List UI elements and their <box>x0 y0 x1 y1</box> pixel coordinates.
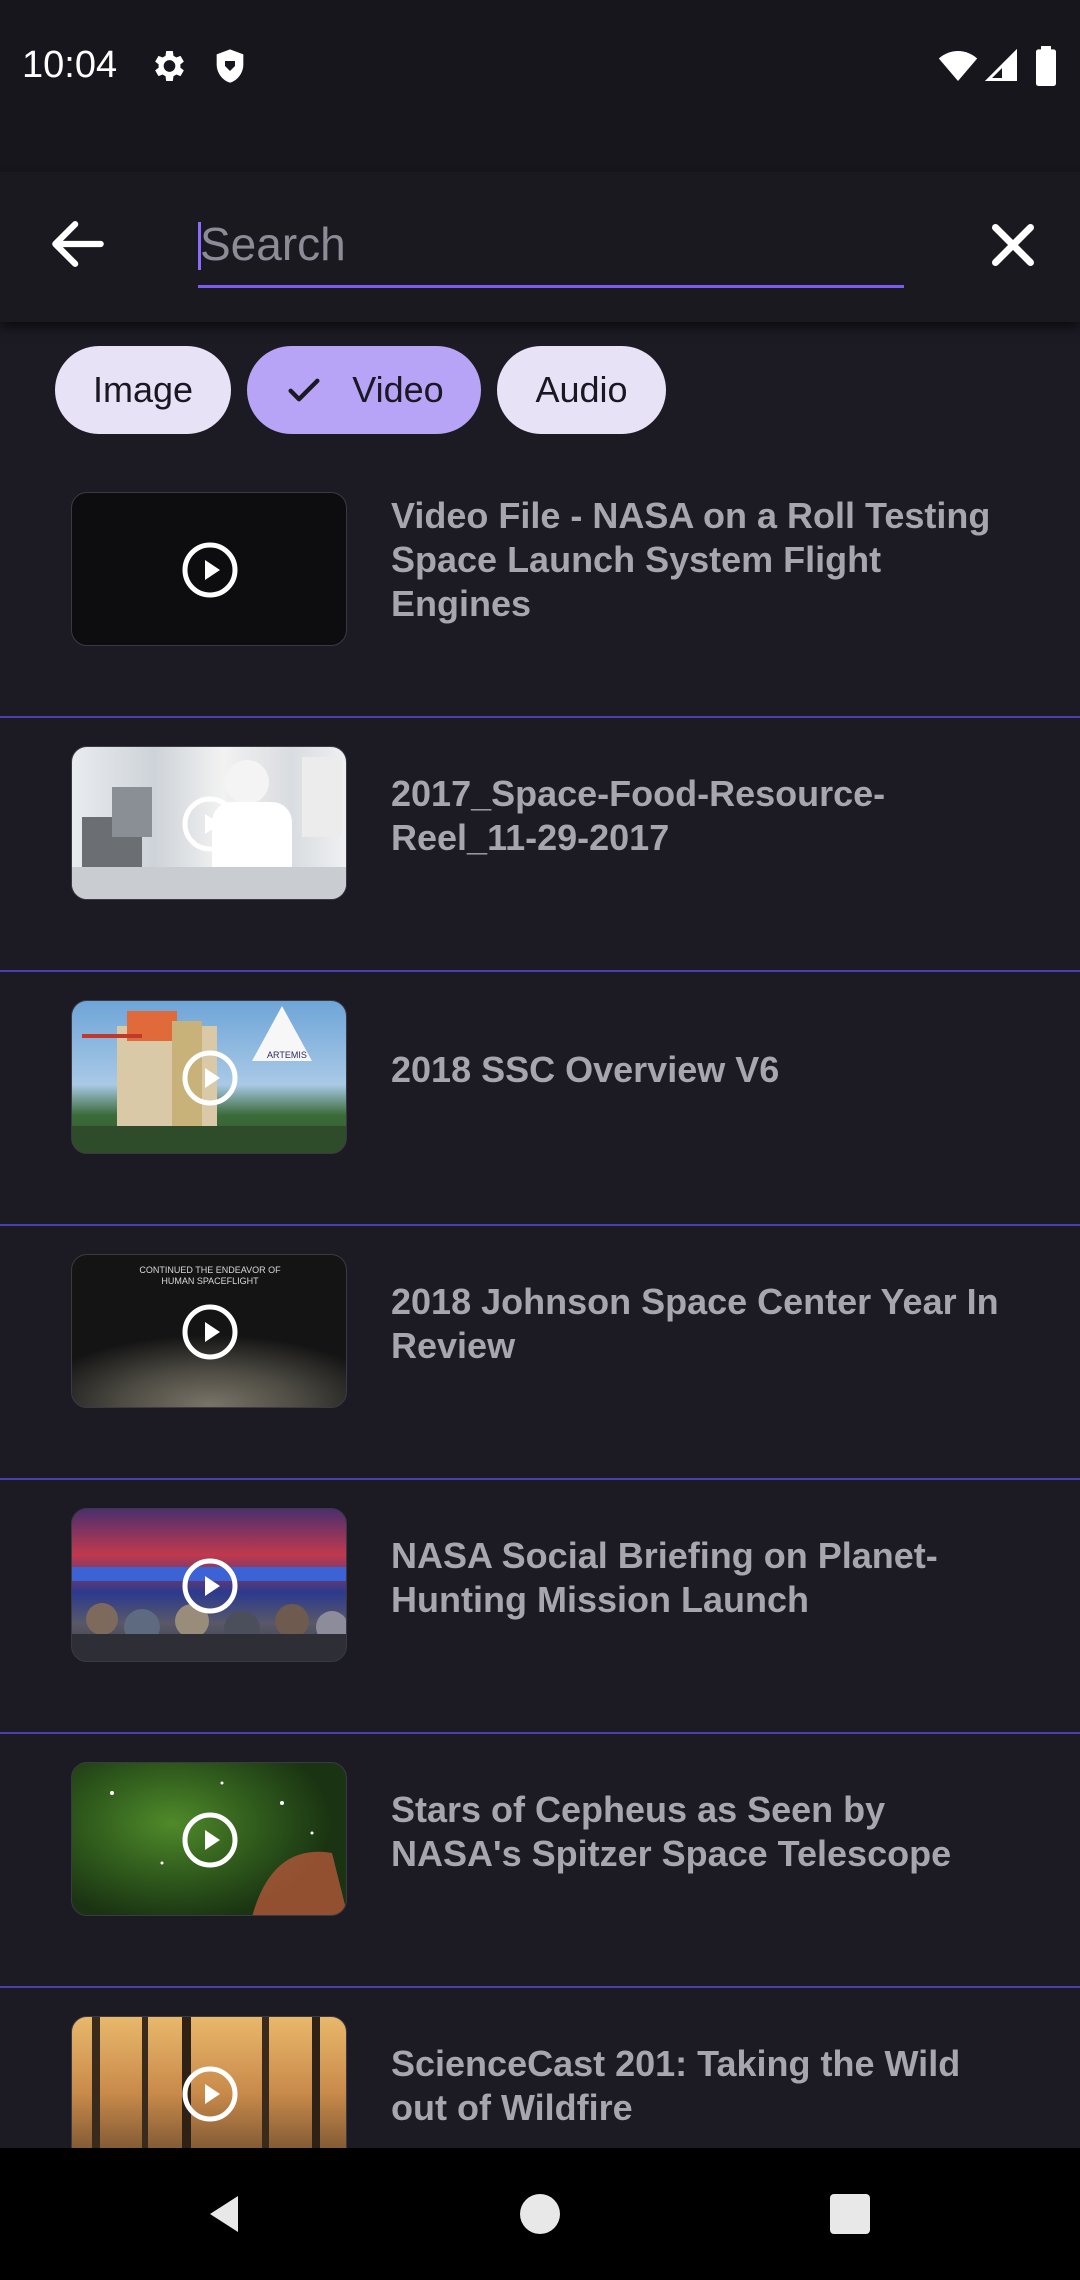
list-item[interactable]: 2017_Space-Food-Resource-Reel_11-29-2017 <box>0 720 1080 972</box>
system-nav-bar <box>0 2148 1080 2280</box>
video-title: 2017_Space-Food-Resource-Reel_11-29-2017 <box>391 773 886 858</box>
status-time: 10:04 <box>22 44 118 86</box>
list-item[interactable]: CONTINUED THE ENDEAVOR OF HUMAN SPACEFLI… <box>0 1228 1080 1480</box>
play-icon <box>182 542 238 598</box>
play-icon <box>182 2066 238 2122</box>
filter-chips: Image Video Audio <box>0 346 1080 438</box>
video-title: NASA Social Briefing on Planet-Hunting M… <box>391 1535 938 1620</box>
nav-home-icon[interactable] <box>516 2190 564 2238</box>
search-toolbar <box>0 172 1080 322</box>
wifi-icon <box>938 51 978 81</box>
video-thumbnail: CONTINUED THE ENDEAVOR OF HUMAN SPACEFLI… <box>71 1254 347 1408</box>
video-thumbnail <box>71 1762 347 1916</box>
video-thumbnail <box>71 746 347 900</box>
video-title: ScienceCast 201: Taking the Wild out of … <box>391 2043 961 2128</box>
play-icon <box>182 1304 238 1360</box>
chip-label: Image <box>92 369 194 410</box>
thumbnail-caption: CONTINUED THE ENDEAVOR OF HUMAN SPACEFLI… <box>139 1265 281 1286</box>
list-item[interactable]: Stars of Cepheus as Seen by NASA's Spitz… <box>0 1736 1080 1988</box>
filter-chip-audio[interactable]: Audio <box>497 346 666 434</box>
play-icon <box>182 796 238 852</box>
nav-recents-icon[interactable] <box>826 2190 874 2238</box>
search-input[interactable] <box>198 202 904 285</box>
check-icon <box>288 378 320 402</box>
list-item[interactable]: ScienceCast 201: Taking the Wild out of … <box>0 1990 1080 2148</box>
back-arrow-icon[interactable] <box>44 210 112 278</box>
shield-icon <box>216 49 244 83</box>
nav-back-icon[interactable] <box>202 2190 250 2238</box>
video-thumbnail <box>71 2016 347 2148</box>
play-icon <box>182 1558 238 1614</box>
video-title: Video File - NASA on a Roll Testing Spac… <box>391 495 991 624</box>
battery-icon <box>1036 46 1056 86</box>
gear-icon <box>155 51 184 81</box>
play-icon <box>182 1050 238 1106</box>
video-title: 2018 Johnson Space Center Year In Review <box>391 1281 999 1366</box>
list-item[interactable]: ARTEMIS 2018 SSC Overview V6 <box>0 974 1080 1226</box>
close-icon[interactable] <box>978 210 1048 280</box>
play-icon <box>182 1812 238 1868</box>
chip-label: Audio <box>535 369 628 410</box>
filter-chip-image[interactable]: Image <box>55 346 231 434</box>
video-thumbnail <box>71 492 347 646</box>
video-title: 2018 SSC Overview V6 <box>391 1049 780 1090</box>
list-item[interactable]: Video File - NASA on a Roll Testing Spac… <box>0 466 1080 718</box>
results-list[interactable]: Video File - NASA on a Roll Testing Spac… <box>0 458 1080 2148</box>
status-bar: 10:04 <box>0 0 1080 172</box>
search-field[interactable] <box>198 202 904 288</box>
chip-label: Video <box>352 369 444 410</box>
signal-icon <box>984 48 1017 81</box>
artemis-logo-text: ARTEMIS <box>267 1050 307 1060</box>
video-title: Stars of Cepheus as Seen by NASA's Spitz… <box>391 1789 952 1874</box>
video-thumbnail: ARTEMIS <box>71 1000 347 1154</box>
list-item[interactable]: NASA Social Briefing on Planet-Hunting M… <box>0 1482 1080 1734</box>
video-thumbnail <box>71 1508 347 1662</box>
filter-chip-video[interactable]: Video <box>247 346 481 434</box>
